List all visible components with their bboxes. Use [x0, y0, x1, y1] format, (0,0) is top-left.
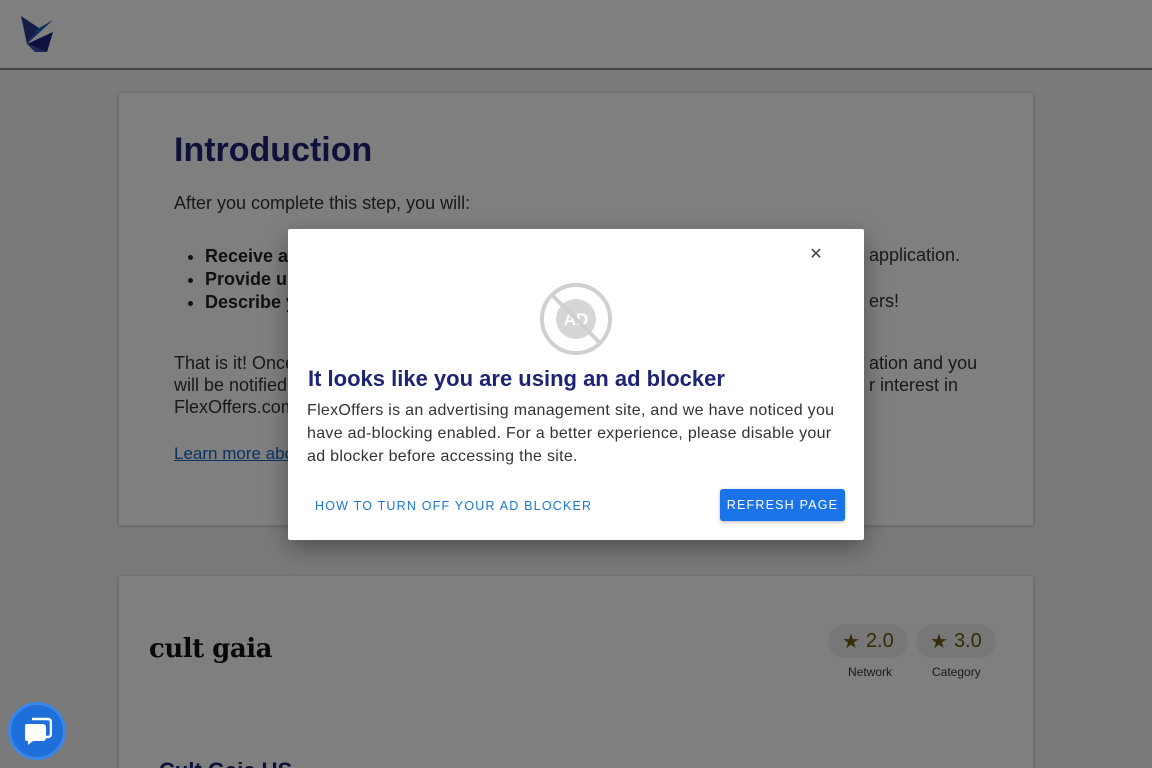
how-to-turn-off-ad-blocker-button[interactable]: HOW TO TURN OFF YOUR AD BLOCKER [306, 495, 601, 517]
refresh-page-button[interactable]: REFRESH PAGE [720, 489, 845, 521]
modal-body-text: FlexOffers is an advertising management … [307, 402, 835, 465]
ad-blocker-icon: AD [540, 283, 612, 355]
chat-widget-button[interactable] [8, 702, 66, 760]
modal-title: It looks like you are using an ad blocke… [308, 366, 725, 391]
ad-blocker-modal: ✕ AD It looks like you are using an ad b… [288, 229, 864, 540]
close-icon[interactable]: ✕ [806, 245, 826, 265]
chat-bubble-icon [25, 717, 52, 745]
